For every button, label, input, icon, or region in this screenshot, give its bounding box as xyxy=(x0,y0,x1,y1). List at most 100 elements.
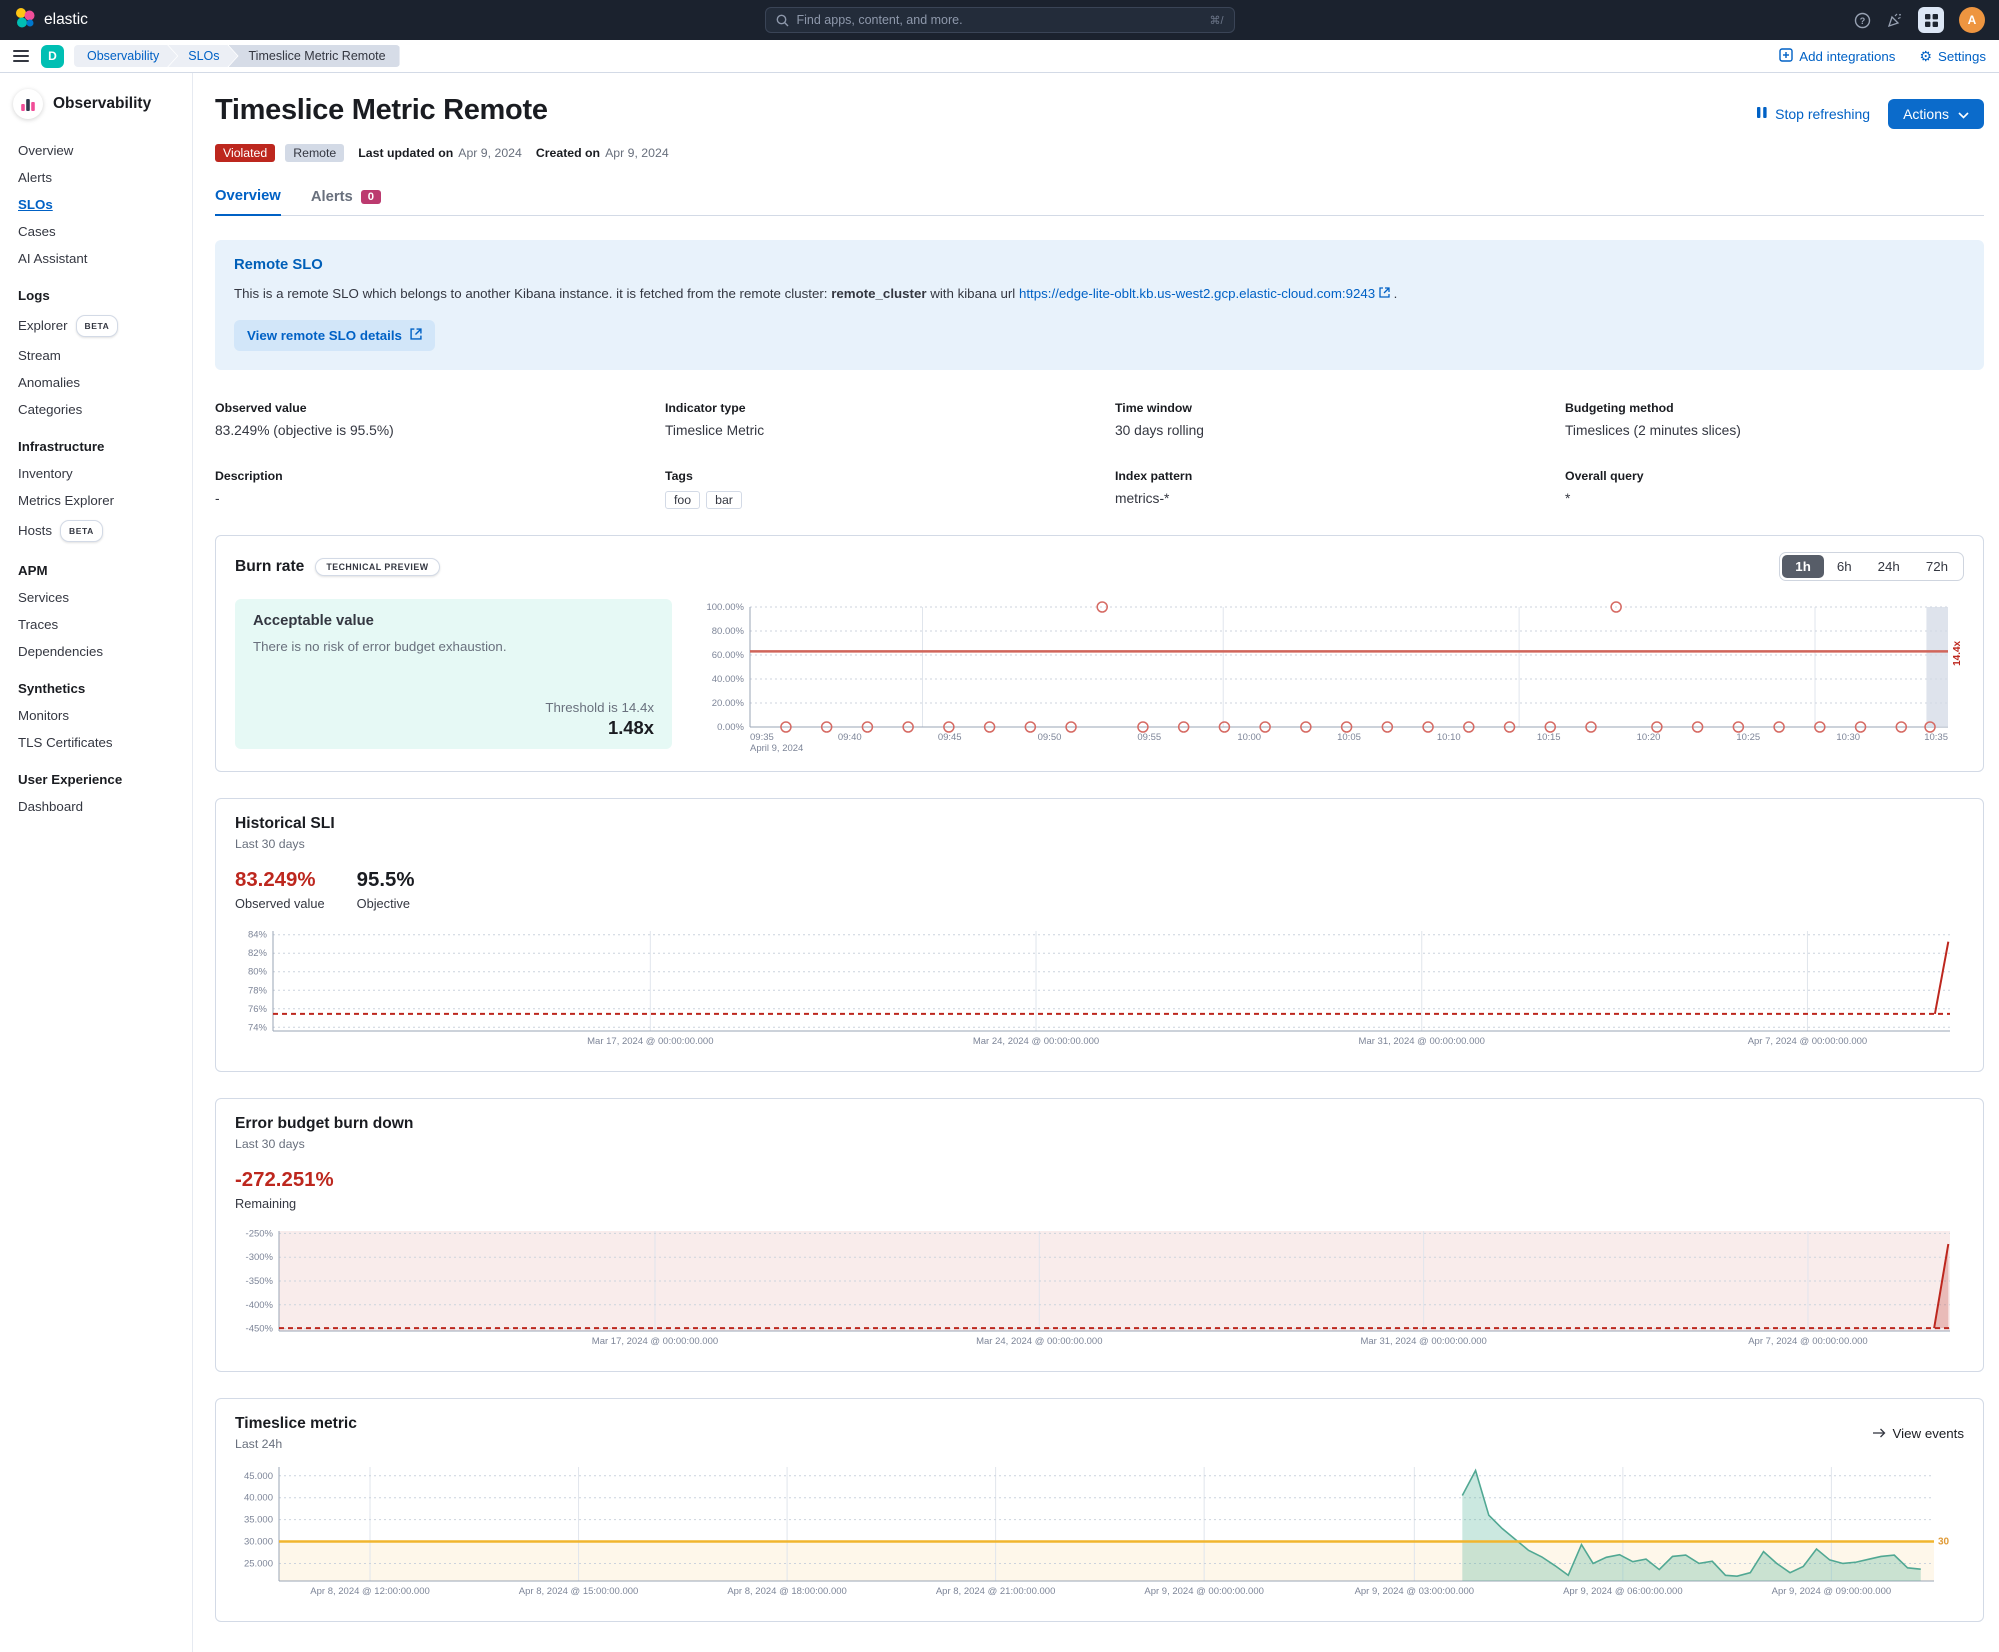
pause-icon xyxy=(1756,106,1768,122)
sidebar-item-categories[interactable]: Categories xyxy=(18,402,184,418)
global-search[interactable]: ⌘/ xyxy=(764,7,1235,33)
definition-time-window: Time window 30 days rolling xyxy=(1115,401,1204,439)
svg-text:09:35: 09:35 xyxy=(750,732,774,743)
breadcrumb-item-observability[interactable]: Observability xyxy=(74,45,177,67)
stop-refreshing-button[interactable]: Stop refreshing xyxy=(1756,106,1870,122)
settings-link[interactable]: ⚙ Settings xyxy=(1919,49,1986,64)
range-button-6h[interactable]: 6h xyxy=(1824,555,1865,578)
sidebar-section-user-experience: User Experience xyxy=(18,772,123,787)
help-icon[interactable]: ? xyxy=(1854,12,1871,29)
status-badge: Violated xyxy=(215,144,276,162)
breadcrumb-item-timeslice-metric-remote: Timeslice Metric Remote xyxy=(228,45,400,67)
add-integrations-link[interactable]: Add integrations xyxy=(1779,47,1895,65)
search-input[interactable] xyxy=(796,13,1210,27)
external-link-icon xyxy=(1379,286,1394,301)
sidebar-item-anomalies[interactable]: Anomalies xyxy=(18,375,184,391)
sidebar-item-hosts[interactable]: Hosts BETA xyxy=(18,520,184,542)
svg-text:Apr 9, 2024 @ 00:00:00.000: Apr 9, 2024 @ 00:00:00.000 xyxy=(1144,1586,1264,1597)
svg-text:74%: 74% xyxy=(248,1023,268,1034)
svg-text:45.000: 45.000 xyxy=(244,1471,273,1482)
view-remote-slo-button[interactable]: View remote SLO details xyxy=(234,320,435,352)
error-budget-chart: -250% -300% -350% -400% -450% Mar 17, 2024 @ … xyxy=(246,1229,1950,1347)
apps-menu-icon[interactable] xyxy=(1918,7,1944,33)
burn-rate-title: Burn rate xyxy=(235,557,305,575)
svg-text:Apr 7, 2024 @ 00:00:00.000: Apr 7, 2024 @ 00:00:00.000 xyxy=(1748,1036,1868,1047)
sidebar-item-traces[interactable]: Traces xyxy=(18,617,184,633)
sidebar-item-ai-assistant[interactable]: AI Assistant xyxy=(18,251,184,267)
menu-icon[interactable] xyxy=(13,49,29,63)
definition-overall-query: Overall query * xyxy=(1565,469,1644,507)
space-avatar[interactable]: D xyxy=(41,44,64,68)
sidebar-item-tls-certificates[interactable]: TLS Certificates xyxy=(18,735,184,751)
svg-text:100.00%: 100.00% xyxy=(706,602,744,613)
svg-text:82%: 82% xyxy=(248,948,268,959)
beta-badge: BETA xyxy=(60,520,103,542)
gear-icon: ⚙ xyxy=(1919,48,1932,64)
observability-app-icon xyxy=(13,89,43,119)
svg-text:0.00%: 0.00% xyxy=(717,722,744,733)
sidebar-item-monitors[interactable]: Monitors xyxy=(18,708,184,724)
svg-text:09:55: 09:55 xyxy=(1137,732,1161,743)
svg-text:Apr 8, 2024 @ 12:00:00.000: Apr 8, 2024 @ 12:00:00.000 xyxy=(310,1586,430,1597)
svg-text:10:05: 10:05 xyxy=(1337,732,1361,743)
elastic-logo[interactable]: elastic xyxy=(14,7,88,34)
svg-text:Apr 9, 2024 @ 03:00:00.000: Apr 9, 2024 @ 03:00:00.000 xyxy=(1355,1586,1475,1597)
remote-slo-callout: Remote SLO This is a remote SLO which be… xyxy=(215,240,1984,371)
objective-stat: 95.5% Objective xyxy=(356,869,415,912)
sidebar-item-overview[interactable]: Overview xyxy=(18,143,184,159)
remote-badge: Remote xyxy=(285,144,345,162)
kibana-url-link[interactable]: https://edge-lite-oblt.kb.us-west2.gcp.e… xyxy=(1019,286,1375,301)
search-shortcut: ⌘/ xyxy=(1209,14,1224,27)
range-button-24h[interactable]: 24h xyxy=(1865,555,1913,578)
sidebar-item-metrics-explorer[interactable]: Metrics Explorer xyxy=(18,493,184,509)
sidebar-item-slos[interactable]: SLOs xyxy=(18,197,184,213)
sidebar-item-dashboard[interactable]: Dashboard xyxy=(18,799,184,815)
breadcrumb: Observability SLOs Timeslice Metric Remote xyxy=(74,45,400,67)
svg-text:-350%: -350% xyxy=(246,1276,274,1287)
svg-text:10:10: 10:10 xyxy=(1437,732,1461,743)
sidebar-item-explorer[interactable]: Explorer BETA xyxy=(18,315,184,337)
range-button-72h[interactable]: 72h xyxy=(1913,555,1961,578)
arrow-right-icon xyxy=(1872,1426,1886,1441)
page-title: Timeslice Metric Remote xyxy=(215,94,548,126)
svg-text:78%: 78% xyxy=(248,986,268,997)
sidebar-section-infrastructure: Infrastructure xyxy=(18,439,105,454)
view-events-link[interactable]: View events xyxy=(1872,1426,1964,1441)
svg-text:Apr 7, 2024 @ 00:00:00.000: Apr 7, 2024 @ 00:00:00.000 xyxy=(1748,1336,1868,1347)
tab-overview[interactable]: Overview xyxy=(215,188,281,216)
sidebar-item-stream[interactable]: Stream xyxy=(18,348,184,364)
sidebar-item-services[interactable]: Services xyxy=(18,590,184,606)
svg-text:Mar 31, 2024 @ 00:00:00.000: Mar 31, 2024 @ 00:00:00.000 xyxy=(1360,1336,1486,1347)
sidebar-item-alerts[interactable]: Alerts xyxy=(18,170,184,186)
burn-rate-threshold-label: Threshold is 14.4x xyxy=(545,700,654,716)
svg-text:10:20: 10:20 xyxy=(1637,732,1661,743)
sidebar-nav: Overview Alerts SLOs Cases AI Assistant Logs E… xyxy=(0,119,192,815)
svg-text:Apr 8, 2024 @ 18:00:00.000: Apr 8, 2024 @ 18:00:00.000 xyxy=(727,1586,847,1597)
last-updated: Last updated on Apr 9, 2024 xyxy=(358,146,522,160)
actions-button[interactable]: Actions xyxy=(1888,99,1984,129)
error-budget-panel: Error budget burn down Last 30 days -272… xyxy=(215,1098,1984,1373)
created-on: Created on Apr 9, 2024 xyxy=(535,146,669,160)
svg-text:Mar 17, 2024 @ 00:00:00.000: Mar 17, 2024 @ 00:00:00.000 xyxy=(592,1336,718,1347)
svg-text:84%: 84% xyxy=(248,930,268,941)
definition-description: Description - xyxy=(215,469,283,507)
search-icon xyxy=(776,14,789,27)
sidebar-item-dependencies[interactable]: Dependencies xyxy=(18,644,184,660)
tab-alerts[interactable]: Alerts 0 xyxy=(311,188,382,215)
svg-text:80.00%: 80.00% xyxy=(712,626,745,637)
sidebar-section-synthetics: Synthetics xyxy=(18,681,86,696)
sidebar-section-logs: Logs xyxy=(18,288,50,303)
app-title: Observability xyxy=(53,95,152,112)
range-button-1h[interactable]: 1h xyxy=(1782,555,1824,579)
alerts-count-badge: 0 xyxy=(360,189,382,204)
svg-text:10:35: 10:35 xyxy=(1924,732,1948,743)
svg-text:Apr 9, 2024 @ 09:00:00.000: Apr 9, 2024 @ 09:00:00.000 xyxy=(1772,1586,1892,1597)
svg-text:40.00%: 40.00% xyxy=(712,674,745,685)
svg-text:?: ? xyxy=(1860,16,1866,26)
newsfeed-icon[interactable] xyxy=(1886,12,1903,29)
sidebar-section-apm: APM xyxy=(18,563,48,578)
sidebar-item-cases[interactable]: Cases xyxy=(18,224,184,240)
breadcrumb-item-slos[interactable]: SLOs xyxy=(168,45,237,67)
sidebar-item-inventory[interactable]: Inventory xyxy=(18,466,184,482)
user-avatar[interactable]: A xyxy=(1959,7,1985,33)
